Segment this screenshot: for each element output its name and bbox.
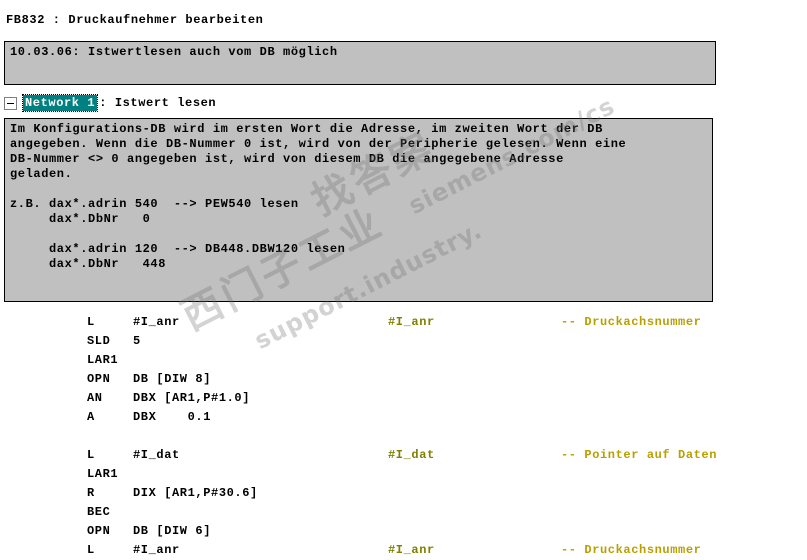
network-comment-box[interactable]: Im Konfigurations-DB wird im ersten Wort…: [4, 118, 713, 302]
code-row[interactable]: A DBX 0.1: [0, 408, 807, 427]
code-operand: DB [DIW 8]: [133, 372, 212, 386]
code-comment: -- Druckachsnummer: [561, 315, 702, 329]
code-row[interactable]: R DIX [AR1,P#30.6]: [0, 484, 807, 503]
code-operation: BEC: [87, 505, 111, 519]
block-title: FB832 : Druckaufnehmer bearbeiten: [6, 13, 264, 27]
code-row[interactable]: AN DBX [AR1,P#1.0]: [0, 389, 807, 408]
code-comment: -- Druckachsnummer: [561, 543, 702, 557]
code-operation: L: [87, 448, 95, 462]
code-operation: AN: [87, 391, 103, 405]
code-row[interactable]: OPN DB [DIW 8]: [0, 370, 807, 389]
code-row[interactable]: OPN DB [DIW 6]: [0, 522, 807, 541]
code-operand: DB [DIW 6]: [133, 524, 212, 538]
code-operation: SLD: [87, 334, 111, 348]
code-operand: DBX [AR1,P#1.0]: [133, 391, 251, 405]
code-operation: R: [87, 486, 95, 500]
code-row[interactable]: LAR1: [0, 465, 807, 484]
code-comment: -- Pointer auf Daten: [561, 448, 718, 462]
code-operation: OPN: [87, 524, 111, 538]
code-operand: 5: [133, 334, 141, 348]
network-title: : Istwert lesen: [99, 96, 217, 110]
code-row[interactable]: BEC: [0, 503, 807, 522]
code-operation: L: [87, 543, 95, 557]
code-operand: #I_anr: [133, 315, 180, 329]
code-row[interactable]: [0, 427, 807, 446]
code-symbol: #I_anr: [388, 315, 435, 329]
block-comment-box[interactable]: 10.03.06: Istwertlesen auch vom DB mögli…: [4, 41, 716, 85]
network-comment-text: Im Konfigurations-DB wird im ersten Wort…: [10, 122, 627, 271]
code-row[interactable]: L #I_dat #I_dat -- Pointer auf Daten: [0, 446, 807, 465]
code-operation: A: [87, 410, 95, 424]
code-operand: DIX [AR1,P#30.6]: [133, 486, 258, 500]
code-symbol: #I_dat: [388, 448, 435, 462]
code-symbol: #I_anr: [388, 543, 435, 557]
network-header[interactable]: Network 1 : Istwert lesen: [4, 94, 216, 112]
code-row[interactable]: LAR1: [0, 351, 807, 370]
code-operation: L: [87, 315, 95, 329]
network-label[interactable]: Network 1: [21, 94, 99, 112]
stl-code-listing[interactable]: L #I_anr #I_anr -- Druckachsnummer SLD 5 LAR1 O…: [0, 313, 807, 560]
code-operation: LAR1: [87, 467, 119, 481]
code-operation: LAR1: [87, 353, 119, 367]
code-row[interactable]: L #I_anr #I_anr -- Druckachsnummer: [0, 313, 807, 332]
code-operand: #I_dat: [133, 448, 180, 462]
code-row[interactable]: SLD 5: [0, 332, 807, 351]
minus-box-icon[interactable]: [4, 96, 17, 110]
code-operation: OPN: [87, 372, 111, 386]
code-row[interactable]: L #I_anr #I_anr -- Druckachsnummer: [0, 541, 807, 560]
block-comment-text: 10.03.06: Istwertlesen auch vom DB mögli…: [10, 45, 338, 59]
code-operand: #I_anr: [133, 543, 180, 557]
code-operand: DBX 0.1: [133, 410, 212, 424]
